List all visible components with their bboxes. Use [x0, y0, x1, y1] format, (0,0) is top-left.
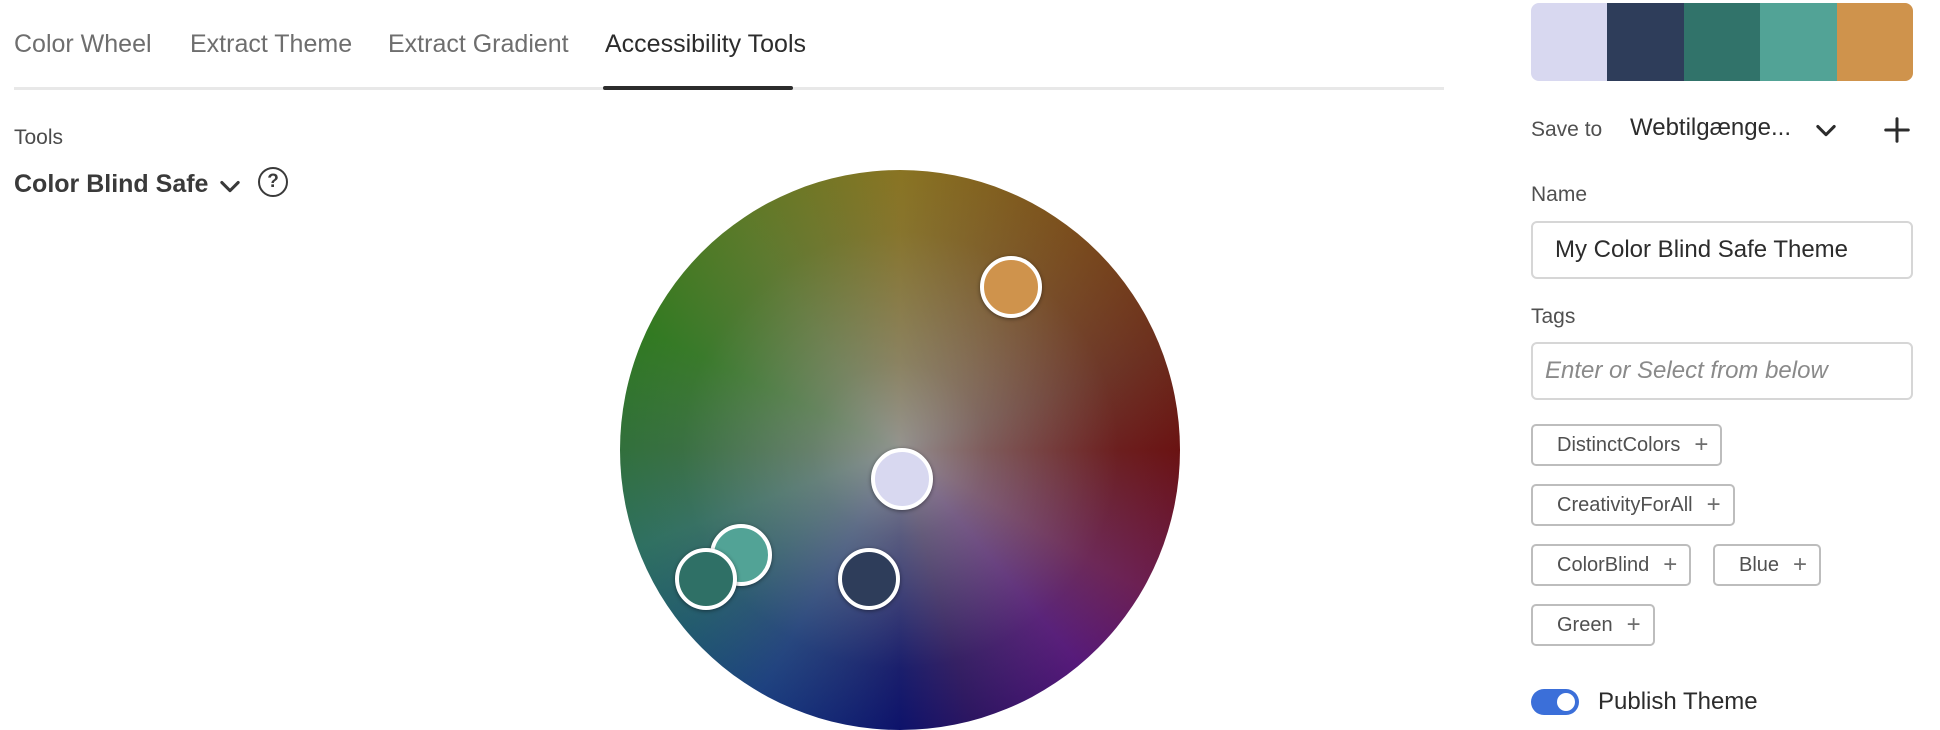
plus-icon: +	[1626, 611, 1641, 638]
toggle-knob	[1557, 693, 1575, 711]
tab-bar: Color Wheel Extract Theme Extract Gradie…	[14, 0, 1444, 90]
chevron-down-icon[interactable]	[216, 172, 244, 200]
tag-label: Green	[1557, 613, 1613, 636]
save-to-label: Save to	[1531, 118, 1603, 141]
swatch[interactable]	[1531, 3, 1608, 81]
tag-suggestion[interactable]: DistinctColors +	[1531, 424, 1723, 466]
color-handle-teal-dark[interactable]	[675, 548, 737, 610]
tools-label: Tools	[14, 126, 64, 149]
theme-swatches	[1531, 3, 1913, 81]
plus-icon: +	[1663, 551, 1678, 578]
tab-extract-gradient[interactable]: Extract Gradient	[388, 30, 569, 59]
color-handle-navy[interactable]	[838, 548, 900, 610]
tags-input[interactable]	[1531, 342, 1913, 400]
tool-mode-select[interactable]: Color Blind Safe	[14, 170, 208, 199]
name-label: Name	[1531, 183, 1588, 206]
swatch[interactable]	[1836, 3, 1913, 81]
plus-icon: +	[1706, 491, 1721, 518]
plus-icon[interactable]	[1882, 115, 1912, 145]
swatch[interactable]	[1683, 3, 1761, 81]
publish-label: Publish Theme	[1598, 688, 1758, 715]
tags-label: Tags	[1531, 305, 1576, 328]
tag-label: DistinctColors	[1557, 433, 1681, 456]
plus-icon: +	[1694, 431, 1709, 458]
question-circle-icon[interactable]: ?	[258, 167, 288, 197]
library-select[interactable]: Webtilgænge...	[1630, 114, 1791, 142]
tag-suggestion[interactable]: Green +	[1531, 604, 1655, 646]
publish-toggle[interactable]	[1531, 689, 1579, 715]
tag-label: CreativityForAll	[1557, 493, 1693, 516]
color-handle-orange[interactable]	[980, 256, 1042, 318]
tab-accessibility-tools[interactable]: Accessibility Tools	[605, 30, 806, 59]
plus-icon: +	[1793, 551, 1808, 578]
active-tab-indicator	[603, 86, 793, 90]
swatch[interactable]	[1760, 3, 1837, 81]
color-handle-lavender[interactable]	[871, 448, 933, 510]
swatch[interactable]	[1607, 3, 1684, 81]
tag-suggestion[interactable]: ColorBlind +	[1531, 544, 1692, 586]
tag-label: Blue	[1739, 553, 1780, 576]
tab-extract-theme[interactable]: Extract Theme	[190, 30, 352, 59]
tag-suggestion[interactable]: CreativityForAll +	[1531, 484, 1735, 526]
theme-name-input[interactable]	[1531, 221, 1913, 279]
chevron-down-icon[interactable]	[1812, 116, 1840, 144]
tag-label: ColorBlind	[1557, 553, 1650, 576]
tag-suggestion[interactable]: Blue +	[1713, 544, 1822, 586]
tab-color-wheel[interactable]: Color Wheel	[14, 30, 152, 59]
